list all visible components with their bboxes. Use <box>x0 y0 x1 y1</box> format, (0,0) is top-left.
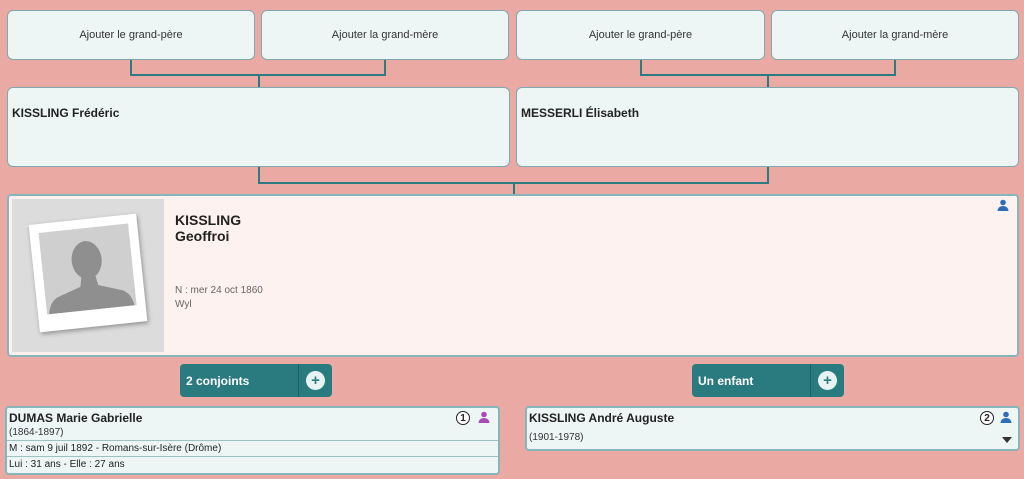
main-person-card[interactable]: KISSLING Geoffroi N : mer 24 oct 1860 Wy… <box>7 194 1019 357</box>
add-paternal-grandfather-button[interactable]: Ajouter le grand-père <box>7 10 255 60</box>
children-button[interactable]: Un enfant + <box>692 364 844 397</box>
male-person-icon <box>997 199 1009 211</box>
mother-card[interactable]: MESSERLI Élisabeth <box>516 87 1019 167</box>
connector-line <box>130 60 132 75</box>
avatar-placeholder <box>38 223 137 315</box>
spouse-order-badge: 1 <box>456 411 470 425</box>
marriage-info: M : sam 9 juil 1892 - Romans-sur-Isère (… <box>9 443 222 454</box>
connector-line <box>513 183 515 194</box>
spouse-dates: (1864-1897) <box>9 427 64 438</box>
silhouette-icon <box>49 241 135 315</box>
spouse-card[interactable]: DUMAS Marie Gabrielle (1864-1897) M : sa… <box>5 406 500 475</box>
button-separator <box>810 364 811 397</box>
spouses-label: 2 conjoints <box>186 374 250 388</box>
add-paternal-grandmother-button[interactable]: Ajouter la grand-mère <box>261 10 509 60</box>
add-maternal-grandmother-label: Ajouter la grand-mère <box>841 29 949 41</box>
connector-line <box>258 167 260 183</box>
add-maternal-grandfather-button[interactable]: Ajouter le grand-père <box>516 10 765 60</box>
father-card[interactable]: KISSLING Frédéric <box>7 87 510 167</box>
add-paternal-grandmother-label: Ajouter la grand-mère <box>331 29 439 41</box>
connector-line <box>640 60 642 75</box>
photo-frame <box>28 213 148 333</box>
add-child-button[interactable]: + <box>818 371 837 390</box>
child-name: KISSLING André Auguste <box>529 411 675 425</box>
father-name: KISSLING Frédéric <box>12 106 120 120</box>
children-label: Un enfant <box>698 374 754 388</box>
child-order-badge: 2 <box>980 411 994 425</box>
child-dates: (1901-1978) <box>529 432 584 443</box>
person-last-name: KISSLING <box>175 212 242 228</box>
divider <box>7 456 498 457</box>
connector-line <box>767 167 769 183</box>
person-birth-place: Wyl <box>175 299 192 310</box>
photo-area[interactable] <box>12 199 164 352</box>
add-paternal-grandfather-label: Ajouter le grand-père <box>79 29 183 41</box>
mother-name: MESSERLI Élisabeth <box>521 106 640 120</box>
person-birth: N : mer 24 oct 1860 <box>175 285 263 296</box>
connector-line <box>384 60 386 75</box>
spouses-button[interactable]: 2 conjoints + <box>180 364 332 397</box>
divider <box>7 440 498 441</box>
caret-down-icon[interactable] <box>1002 437 1012 443</box>
female-person-icon <box>478 411 490 423</box>
connector-line <box>767 75 769 87</box>
add-maternal-grandfather-label: Ajouter le grand-père <box>588 29 693 41</box>
spouse-name: DUMAS Marie Gabrielle <box>9 411 143 425</box>
add-spouse-button[interactable]: + <box>306 371 325 390</box>
person-first-name: Geoffroi <box>175 228 230 244</box>
connector-line <box>894 60 896 75</box>
male-person-icon <box>1000 411 1012 423</box>
button-separator <box>298 364 299 397</box>
add-maternal-grandmother-button[interactable]: Ajouter la grand-mère <box>771 10 1019 60</box>
ages-info: Lui : 31 ans - Elle : 27 ans <box>9 459 125 470</box>
connector-line <box>258 75 260 87</box>
child-card[interactable]: KISSLING André Auguste (1901-1978) 2 <box>525 406 1020 451</box>
